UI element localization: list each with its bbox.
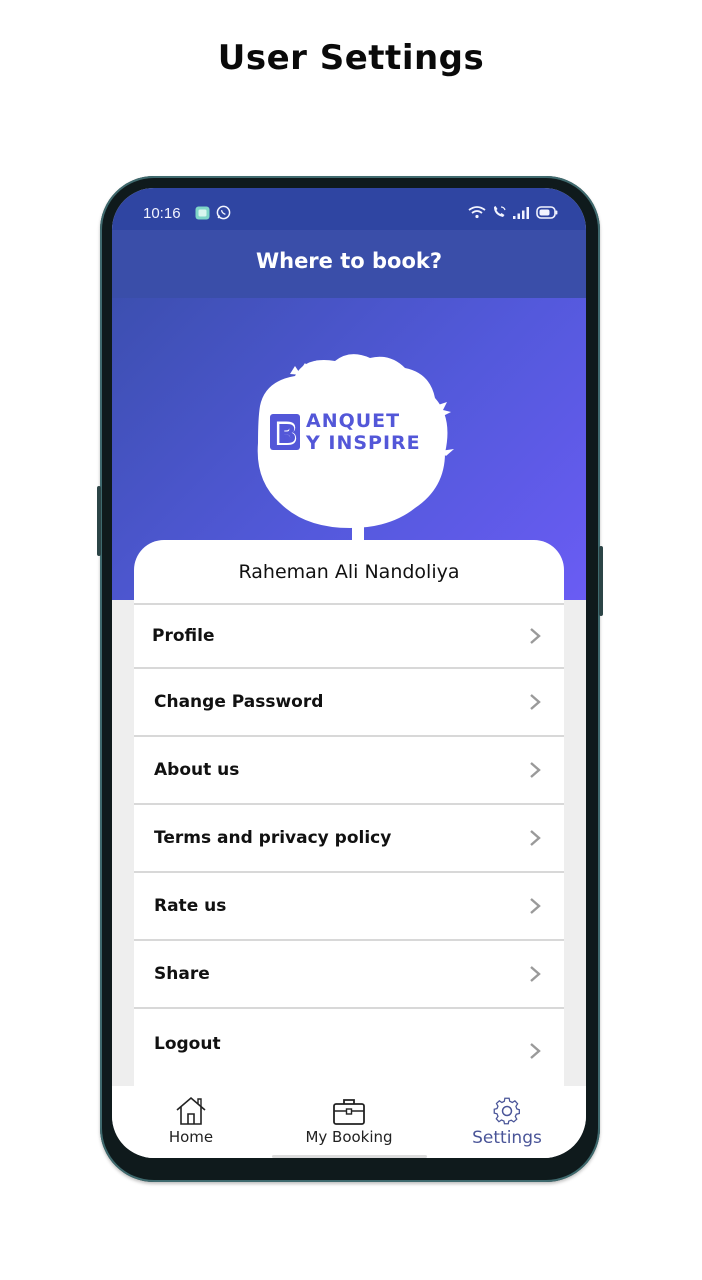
status-time: 10:16: [143, 205, 181, 222]
user-name: Raheman Ali Nandoliya: [134, 540, 564, 605]
wifi-call-icon: [492, 204, 507, 223]
nav-label: My Booking: [305, 1128, 393, 1146]
status-bar: 10:16: [112, 188, 586, 230]
menu-item-terms-privacy[interactable]: Terms and privacy policy: [134, 805, 564, 873]
signal-icon: [513, 204, 530, 223]
app-bar: Where to book?: [112, 230, 586, 298]
menu-item-rate-us[interactable]: Rate us: [134, 873, 564, 941]
menu-item-label: Profile: [152, 626, 215, 646]
menu-item-share[interactable]: Share: [134, 941, 564, 1009]
chevron-right-icon: [530, 694, 541, 710]
menu-item-profile[interactable]: Profile: [134, 605, 564, 669]
menu-item-label: Change Password: [154, 692, 324, 712]
briefcase-icon: [333, 1099, 365, 1125]
chevron-right-icon: [530, 1043, 541, 1059]
brand-logo: B B ANQUET Y INSPIRE: [230, 336, 470, 546]
nav-home[interactable]: Home: [112, 1086, 270, 1158]
home-icon: [176, 1096, 206, 1125]
chevron-right-icon: [530, 898, 541, 914]
menu-item-label: About us: [154, 760, 240, 780]
app-bar-title: Where to book?: [255, 249, 443, 273]
menu-item-change-password[interactable]: Change Password: [134, 669, 564, 737]
chevron-right-icon: [530, 762, 541, 778]
phone-screen: 10:16 Where to book? B B ANQUET Y INSPIR…: [112, 188, 586, 1158]
power-button: [599, 546, 603, 616]
home-indicator: [272, 1155, 427, 1158]
whatsapp-icon: [216, 205, 231, 224]
menu-item-label: Terms and privacy policy: [154, 828, 392, 848]
settings-card: Raheman Ali Nandoliya Profile Change Pas…: [134, 540, 564, 1093]
volume-button: [97, 486, 101, 556]
chevron-right-icon: [530, 966, 541, 982]
menu-item-label: Logout: [154, 1034, 221, 1054]
bottom-navigation: Home My Booking Settings: [112, 1086, 586, 1158]
nav-settings[interactable]: Settings: [428, 1086, 586, 1158]
message-app-icon: [195, 205, 210, 224]
svg-text:B: B: [277, 420, 297, 450]
gear-icon: [493, 1097, 520, 1125]
wifi-icon: [468, 204, 486, 223]
nav-my-booking[interactable]: My Booking: [270, 1086, 428, 1158]
menu-item-logout[interactable]: Logout: [134, 1009, 564, 1093]
chevron-right-icon: [530, 628, 541, 644]
phone-frame: 10:16 Where to book? B B ANQUET Y INSPIR…: [97, 176, 603, 1182]
logo-text-line1: ANQUET: [306, 410, 401, 432]
page-heading: User Settings: [217, 38, 485, 78]
logo-text-line2: Y INSPIRE: [306, 432, 421, 454]
menu-item-label: Rate us: [154, 896, 227, 916]
battery-icon: [536, 204, 558, 223]
menu-item-about-us[interactable]: About us: [134, 737, 564, 805]
nav-label: Settings: [472, 1128, 542, 1148]
nav-label: Home: [168, 1128, 214, 1146]
menu-item-label: Share: [154, 964, 210, 984]
chevron-right-icon: [530, 830, 541, 846]
